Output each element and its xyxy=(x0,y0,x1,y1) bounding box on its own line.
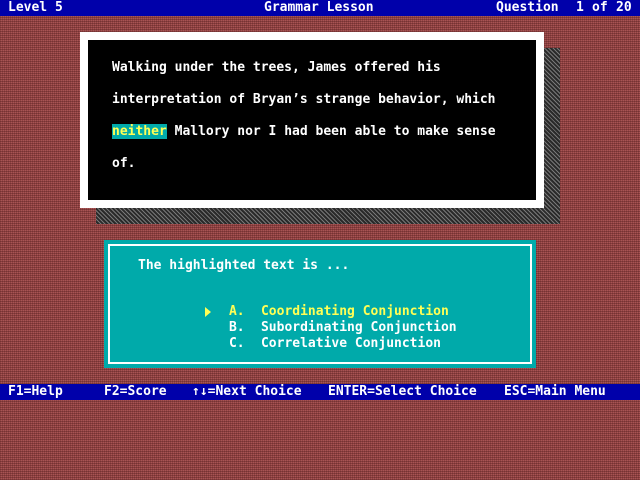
help-key[interactable]: F1=Help xyxy=(8,384,63,400)
level-label: Level 5 xyxy=(8,0,63,15)
passage-line: of. xyxy=(112,156,136,171)
total-questions: 20 xyxy=(616,0,632,15)
question-number: 1 xyxy=(576,0,584,15)
passage-panel: Walking under the trees, James offered h… xyxy=(80,32,544,208)
question-label: Question xyxy=(496,0,559,15)
main-menu-key[interactable]: ESC=Main Menu xyxy=(504,384,606,400)
lesson-title: Grammar Lesson xyxy=(264,0,374,15)
score-key[interactable]: F2=Score xyxy=(104,384,167,400)
of-label: of xyxy=(592,0,608,15)
choice-label: Correlative Conjunction xyxy=(260,336,441,351)
question-prompt: The highlighted text is ... xyxy=(138,258,350,273)
top-status-bar: Level 5 Grammar Lesson Question 1 of 20 xyxy=(0,0,640,16)
passage-line-rest: Mallory nor I had been able to make sens… xyxy=(166,124,496,139)
select-choice-key[interactable]: ENTER=Select Choice xyxy=(328,384,477,400)
choice-a[interactable]: A. Coordinating Conjunction xyxy=(158,288,449,319)
question-panel: The highlighted text is ... A. Coordinati… xyxy=(104,240,536,368)
highlighted-word: neither xyxy=(112,124,167,139)
choice-c[interactable]: C. Correlative Conjunction xyxy=(158,320,441,351)
passage-line: neither Mallory nor I had been able to m… xyxy=(112,124,520,156)
choice-b[interactable]: B. Subordinating Conjunction xyxy=(158,304,457,335)
passage-line: Walking under the trees, James offered h… xyxy=(112,60,441,75)
question-frame: The highlighted text is ... A. Coordinati… xyxy=(108,244,532,364)
bottom-key-bar: F1=Help F2=Score ↑↓=Next Choice ENTER=Se… xyxy=(0,384,640,400)
passage-line: interpretation of Bryan’s strange behavi… xyxy=(112,92,496,107)
passage-text-area: Walking under the trees, James offered h… xyxy=(88,40,536,200)
next-choice-key[interactable]: ↑↓=Next Choice xyxy=(192,384,302,400)
choice-letter: C. xyxy=(228,336,245,351)
